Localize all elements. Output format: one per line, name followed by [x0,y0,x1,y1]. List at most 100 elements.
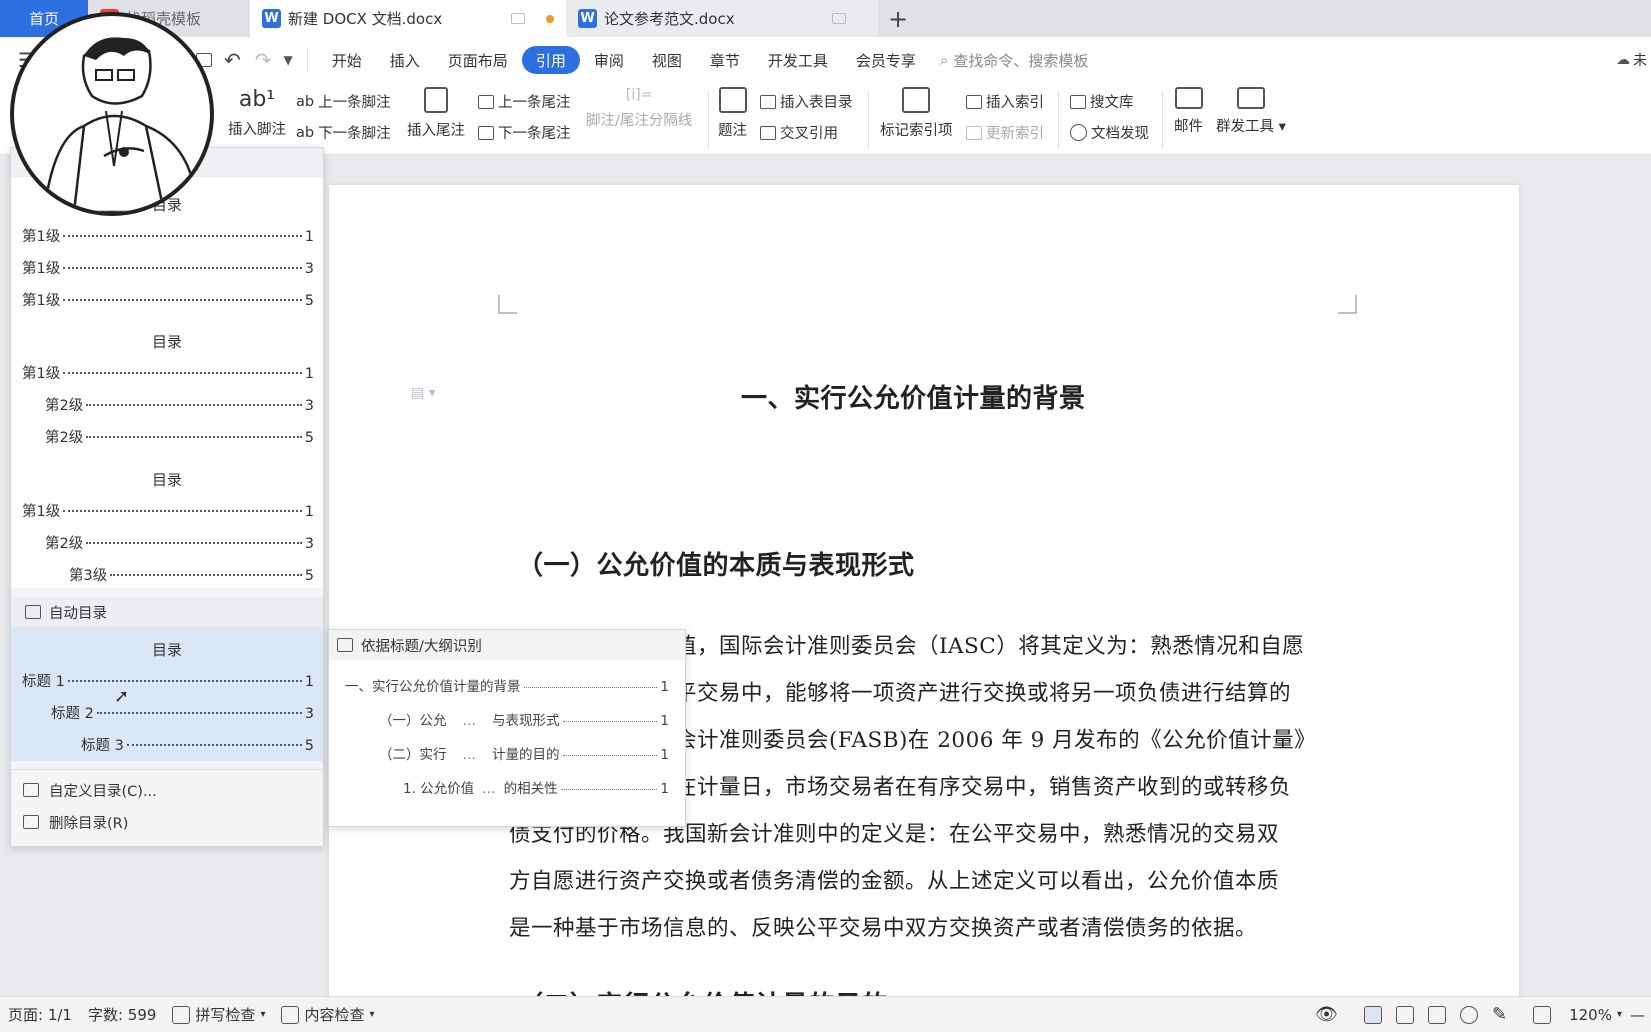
web-view-icon[interactable] [1459,1005,1478,1024]
menu-view[interactable]: 视图 [638,46,696,74]
separator-button[interactable]: [i]= 脚注/尾注分隔线 [586,87,692,130]
menu-insert[interactable]: 插入 [376,46,434,74]
chevron-down-icon[interactable]: ▼ [284,53,293,67]
caption-label: 题注 [718,123,747,139]
cross-ref-button[interactable]: 交叉引用 [760,122,838,143]
divider [868,91,869,149]
custom-toc-icon [23,783,39,797]
menu-member[interactable]: 会员专享 [842,46,930,74]
toc-preview-popup: 依据标题/大纲识别 一、实行公允价值计量的背景 1 （一）公允… 与表现形式 1 （二… [328,629,686,827]
toc-line[interactable]: 第2级 5 [45,426,314,447]
tab-paper-docx[interactable]: W 论文参考范文.docx [566,0,878,37]
margin-mark [1338,295,1357,314]
insert-index-button[interactable]: 插入索引 [966,91,1044,112]
insert-footnote-button[interactable]: ab¹ 插入脚注 [228,87,286,139]
table-toc-icon [760,94,776,109]
preview-line-text: （一）公允 [379,713,447,729]
paste-options-icon[interactable]: ▤ ▾ [411,385,436,401]
toc-line[interactable]: 第1级 5 [22,289,314,310]
word-count-label: 字数: 599 [87,1006,157,1024]
prev-footnote-button[interactable]: ab 上一条脚注 [296,91,391,112]
endnote-icon [424,87,448,113]
reading-view-icon[interactable] [1427,1005,1446,1024]
monitor-icon[interactable] [511,13,525,24]
auto-toc-label: 自动目录 [49,605,107,622]
undo-icon[interactable]: ↶ [224,48,241,72]
page-indicator[interactable]: 页面: 1/1 [0,1004,80,1025]
preview-header-label: 依据标题/大纲识别 [361,638,482,655]
toc-line-label: 第3级 [69,568,108,584]
page-view-icon[interactable] [1363,1005,1382,1024]
word-icon: W [578,9,597,28]
prev-endnote-icon [478,94,494,109]
next-endnote-label: 下一条尾注 [498,126,571,142]
tab-new-docx[interactable]: W 新建 DOCX 文档.docx [250,0,566,37]
custom-toc-item[interactable]: 自定义目录(C)... [11,775,323,805]
sync-icon[interactable]: ☁ [1616,52,1630,68]
update-index-button[interactable]: 更新索引 [966,122,1044,143]
margin-mark [498,295,517,314]
zoom-out-icon[interactable]: — [1630,1006,1645,1024]
outline-view-icon[interactable] [1395,1005,1414,1024]
toc-line[interactable]: 第1级 1 [22,225,314,246]
mail-button[interactable]: 邮件 [1174,87,1203,136]
sync-status[interactable]: 未 [1633,50,1647,70]
command-search[interactable]: ⌕ 查找命令、搜索模板 [940,50,1088,71]
caption-button[interactable]: 题注 [718,87,747,140]
search-lib-button[interactable]: 搜文库 [1070,91,1134,112]
doc-discover-button[interactable]: 文档发现 [1070,122,1149,143]
presenter-illustration [42,37,196,212]
mail-label: 邮件 [1174,119,1203,135]
toc-line[interactable]: 第1级 3 [22,257,314,278]
prev-endnote-button[interactable]: 上一条尾注 [478,91,571,112]
delete-toc-label: 删除目录(R) [49,815,129,832]
next-endnote-button[interactable]: 下一条尾注 [478,122,571,143]
toc-line[interactable]: 第1级 1 [22,362,314,383]
zoom-select[interactable]: 120% ▾ [1561,1006,1630,1024]
next-footnote-button[interactable]: ab 下一条脚注 [296,122,391,143]
menu-review[interactable]: 审阅 [580,46,638,74]
pen-icon[interactable]: ✎ [1492,1004,1507,1025]
ribbon-references: 目录 ▾ ab¹ 插入脚注 ab上一条脚注 ab下一条脚注 插入尾注 上一条尾注… [0,83,1651,155]
toc-line-label: 第1级 [22,293,61,309]
word-count[interactable]: 字数: 599 [80,1004,164,1025]
insert-footnote-label: 插入脚注 [228,122,286,138]
document-page[interactable]: ▤ ▾ 一、实行公允价值计量的背景 （一）公允价值的本质与表现形式 值，国际会计… [329,185,1519,1005]
content-check-button[interactable]: 内容检查 ▾ [273,1004,382,1025]
insert-endnote-button[interactable]: 插入尾注 [407,87,465,140]
eye-icon[interactable]: 👁 [1315,1004,1338,1025]
menu-developer[interactable]: 开发工具 [754,46,842,74]
new-tab-button[interactable]: + [878,0,918,37]
send-icon [1236,87,1265,109]
group-tools-button[interactable]: 群发工具 ▾ [1216,87,1286,136]
menu-section[interactable]: 章节 [696,46,754,74]
preview-line: 1. 公允价值… 的相关性 1 [403,777,669,797]
toc-line[interactable]: 第2级 3 [45,394,314,415]
menu-layout[interactable]: 页面布局 [434,46,522,74]
toc-line-page: 1 [304,229,314,245]
separator-icon: [i]= [625,87,653,103]
redo-icon[interactable]: ↷ [255,48,272,72]
preview-line-page: 1 [660,679,669,695]
content-check-icon [281,1005,300,1024]
divider [1058,91,1059,149]
toc-line[interactable]: 第3级 5 [69,564,314,585]
preview-line: 一、实行公允价值计量的背景 1 [345,675,669,695]
monitor-icon[interactable] [832,13,846,24]
mark-index-button[interactable]: 标记索引项 [880,87,953,140]
preview-line: （二）实行… 计量的目的 1 [379,743,669,763]
search-lib-label: 搜文库 [1090,95,1134,111]
insert-table-toc-button[interactable]: 插入表目录 [760,91,853,112]
menu-home[interactable]: 开始 [318,46,376,74]
toc-line[interactable]: 第1级 1 [22,500,314,521]
auto-toc-template[interactable]: 目录 标题 1 1 标题 2 3 标题 3 5 ➚ [11,627,323,761]
fit-page-icon[interactable] [1533,1005,1552,1024]
doc-line: 是一种基于市场信息的、反映公平交易中双方交换资产或者清偿债务的依据。 [509,916,1258,941]
menu-references[interactable]: 引用 [521,46,580,74]
toc-template-title: 目录 [151,333,182,351]
delete-toc-item[interactable]: 删除目录(R) [11,807,323,837]
toc-line[interactable]: 第2级 3 [45,532,314,553]
spell-check-button[interactable]: 拼写检查 ▾ [164,1004,273,1025]
toc-line-page: 3 [304,536,314,552]
insert-index-icon [966,94,982,109]
